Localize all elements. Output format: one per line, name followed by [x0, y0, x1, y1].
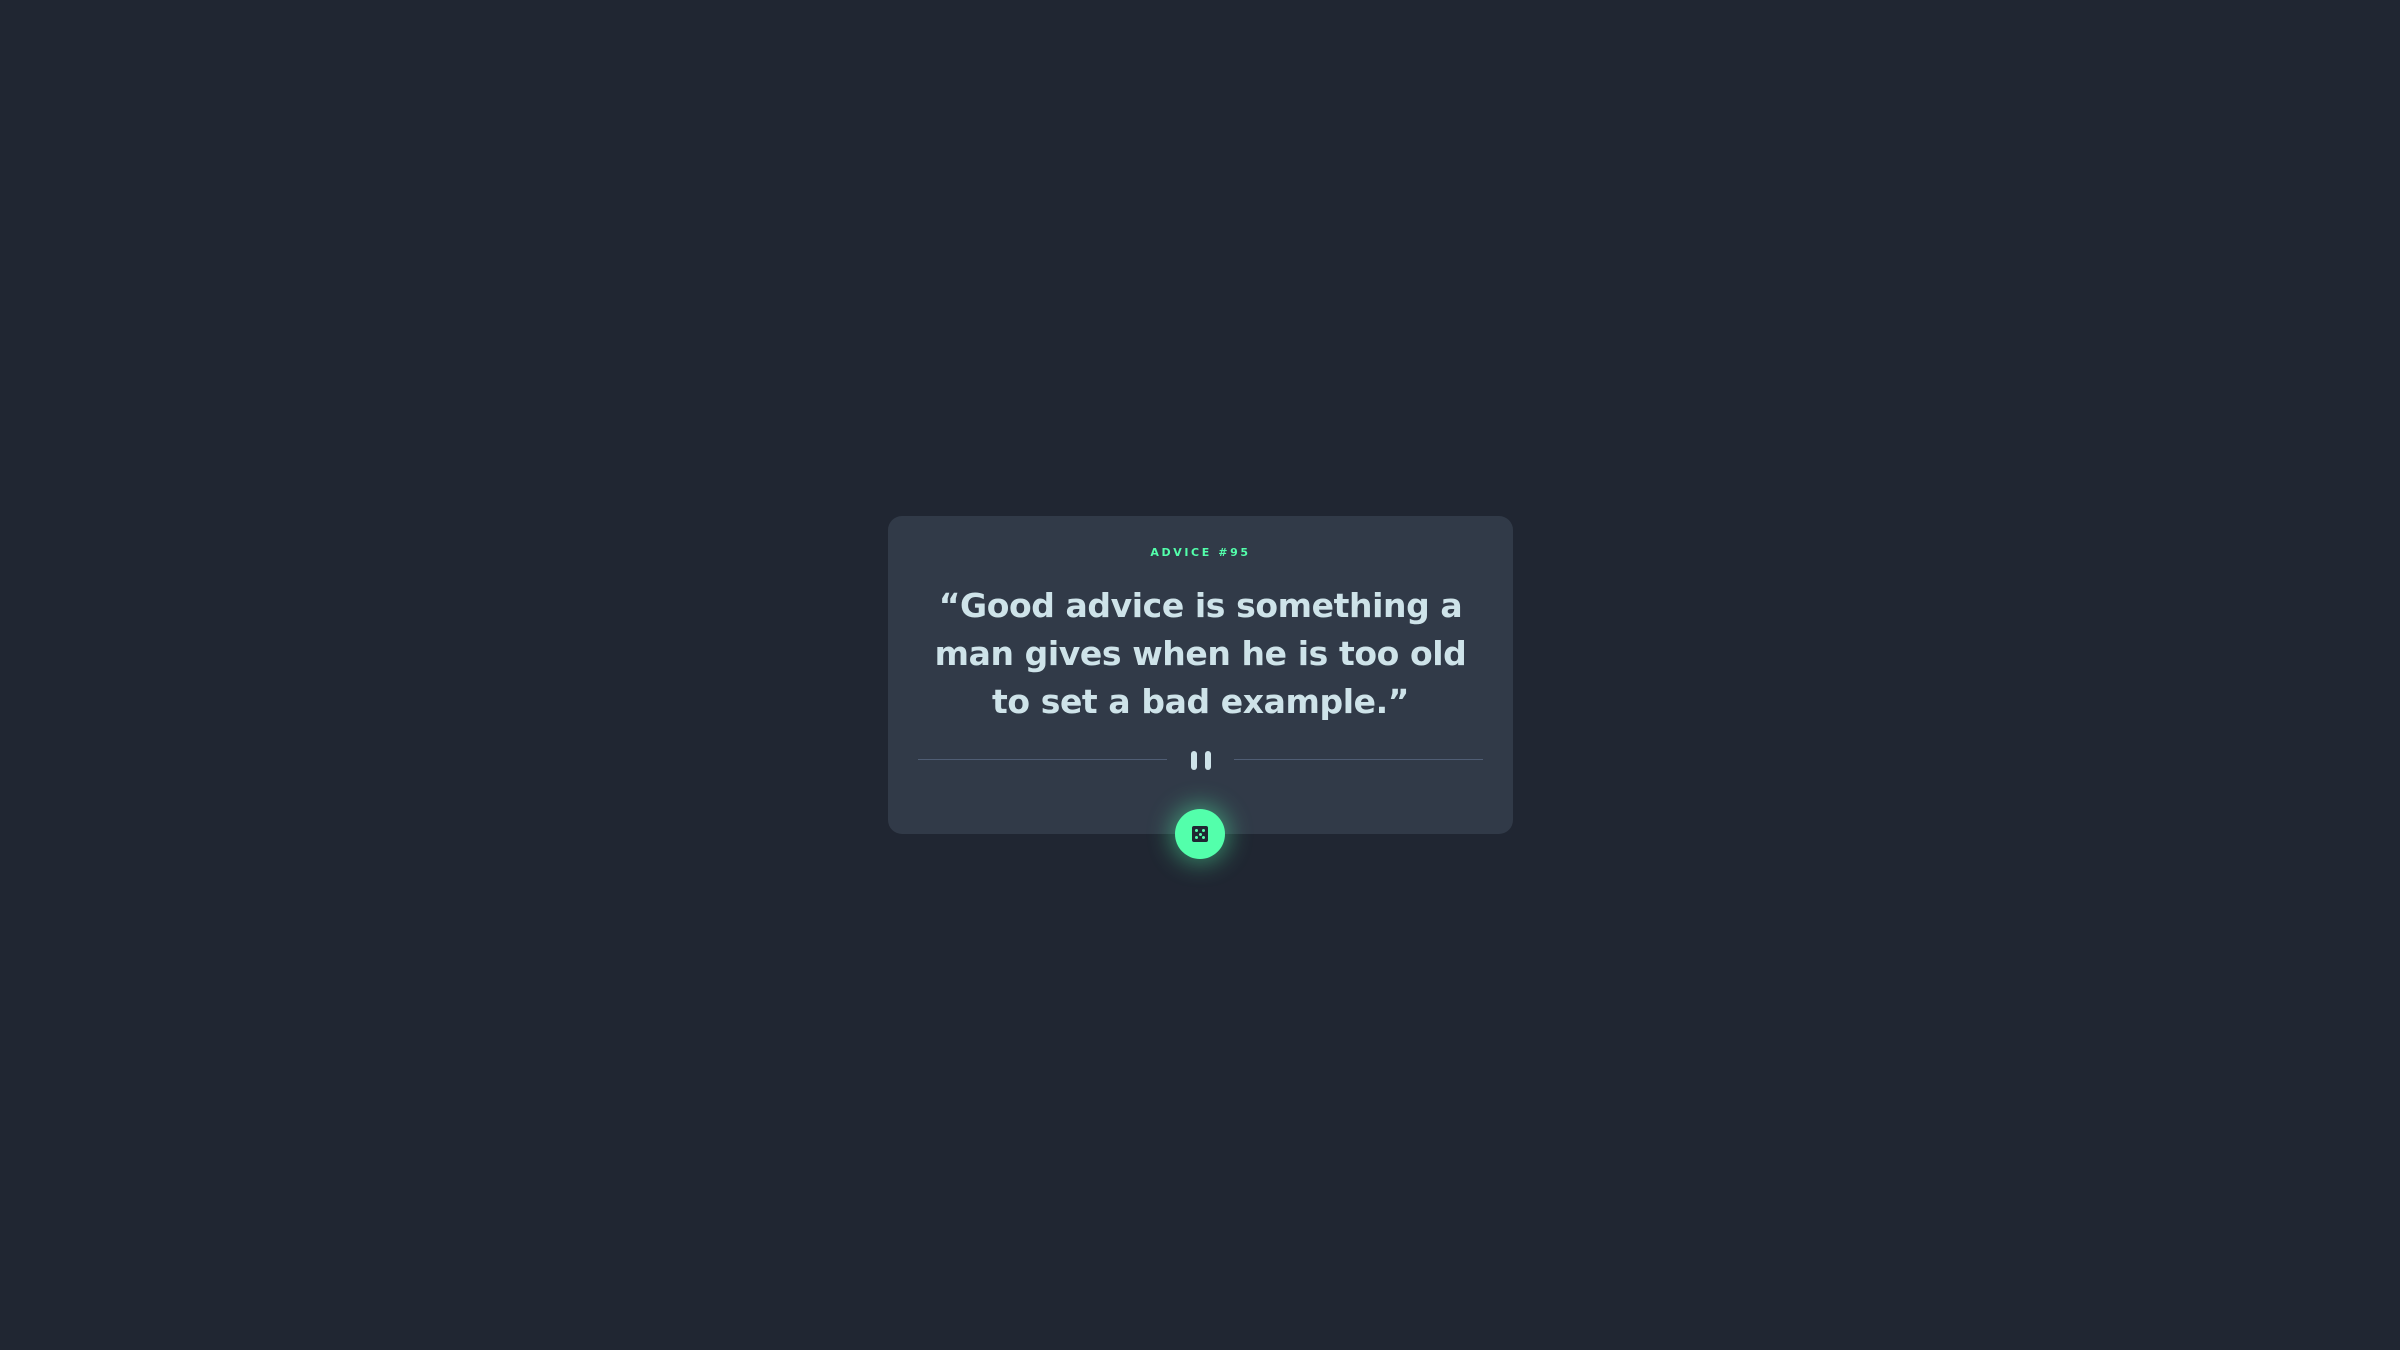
pause-bar-left	[1190, 751, 1197, 770]
advice-quote: “Good advice is something a man gives wh…	[934, 586, 1467, 721]
dice-icon	[1192, 826, 1208, 842]
new-advice-button[interactable]	[1175, 809, 1225, 859]
page: ADVICE #95 “Good advice is something a m…	[0, 0, 2400, 1350]
divider-line-right	[1234, 759, 1483, 760]
pause-icon	[1187, 751, 1215, 771]
advice-id: ADVICE #95	[1150, 546, 1251, 559]
divider	[918, 751, 1483, 770]
divider-line-left	[918, 759, 1167, 760]
pause-bar-right	[1204, 751, 1211, 770]
advice-card: ADVICE #95 “Good advice is something a m…	[888, 516, 1513, 834]
